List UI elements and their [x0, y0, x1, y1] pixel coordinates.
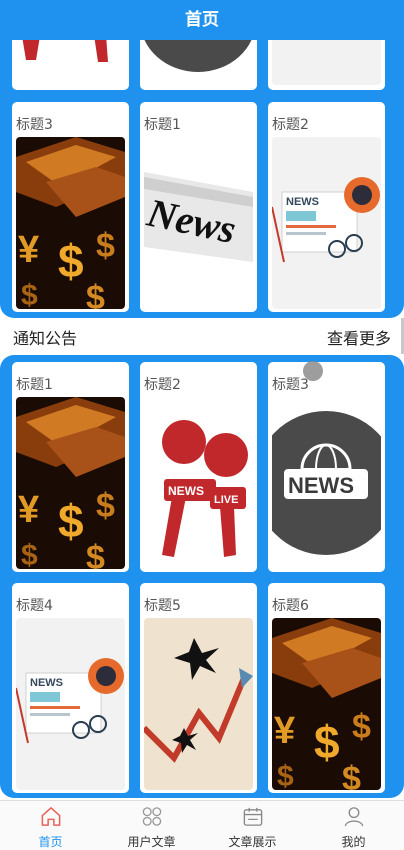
- card-image: [272, 397, 381, 569]
- card-image: [272, 137, 381, 309]
- card-notice-2[interactable]: 标题2: [140, 362, 257, 572]
- card-image: [16, 397, 125, 569]
- grid-icon: [142, 807, 161, 826]
- card-featured-3[interactable]: 标题2: [268, 102, 385, 312]
- card-notice-3[interactable]: 标题3: [268, 362, 385, 572]
- card-title: 标题2: [272, 117, 309, 133]
- notice-panel: 标题1 标题2 标题3 标题4 标题5 标题6: [0, 355, 404, 798]
- gold-dollar-image: [16, 397, 125, 569]
- section-title: 通知公告: [13, 328, 78, 348]
- page-title: 首页: [185, 10, 219, 30]
- news-laptop-image: [272, 137, 381, 309]
- news-microphone-image: [144, 397, 253, 569]
- gold-dollar-image: [272, 618, 381, 790]
- card-image: [144, 397, 253, 569]
- card-image: [16, 137, 125, 309]
- user-icon: [344, 807, 363, 827]
- card-featured-2[interactable]: 标题1: [140, 102, 257, 312]
- card-title: 标题6: [272, 598, 309, 614]
- card-image: [16, 618, 125, 790]
- view-more-link[interactable]: 查看更多: [327, 325, 391, 349]
- page-header: 首页: [0, 0, 404, 40]
- calendar-icon: [243, 807, 262, 826]
- bottom-tab-bar: 首页 用户文章 文章展示 我的: [0, 800, 404, 850]
- newspaper-image: [144, 137, 253, 309]
- tab-label: 文章展示: [228, 835, 277, 849]
- floating-drag-handle[interactable]: [303, 361, 323, 381]
- card-title: 标题3: [272, 377, 309, 393]
- news-globe-image: [272, 397, 381, 569]
- card-title: 标题1: [16, 377, 53, 393]
- card-notice-4[interactable]: 标题4: [12, 583, 129, 793]
- home-icon: [41, 807, 60, 826]
- card-title: 标题3: [16, 117, 53, 133]
- news-laptop-image: [16, 618, 125, 790]
- tab-label: 我的: [341, 835, 366, 849]
- tab-label: 用户文章: [127, 835, 176, 849]
- card-notice-1[interactable]: 标题1: [12, 362, 129, 572]
- tab-label: 首页: [38, 835, 63, 849]
- tab-user-articles[interactable]: 用户文章: [101, 801, 202, 850]
- card-image: [144, 618, 253, 790]
- gold-dollar-image: [16, 137, 125, 309]
- card-notice-6[interactable]: 标题6: [268, 583, 385, 793]
- tab-home[interactable]: 首页: [0, 801, 101, 850]
- card-image: [144, 137, 253, 309]
- notice-section-header: 通知公告 查看更多: [0, 318, 404, 355]
- chart-arrow-image: [144, 618, 253, 790]
- card-title: 标题5: [144, 598, 181, 614]
- tab-mine[interactable]: 我的: [303, 801, 404, 850]
- card-image: [272, 618, 381, 790]
- card-featured-1[interactable]: 标题3: [12, 102, 129, 312]
- tab-article-display[interactable]: 文章展示: [202, 801, 303, 850]
- card-title: 标题1: [144, 117, 181, 133]
- card-notice-5[interactable]: 标题5: [140, 583, 257, 793]
- featured-panel: 标题3 标题1 标题2: [0, 0, 404, 318]
- card-title: 标题2: [144, 377, 181, 393]
- card-title: 标题4: [16, 598, 53, 614]
